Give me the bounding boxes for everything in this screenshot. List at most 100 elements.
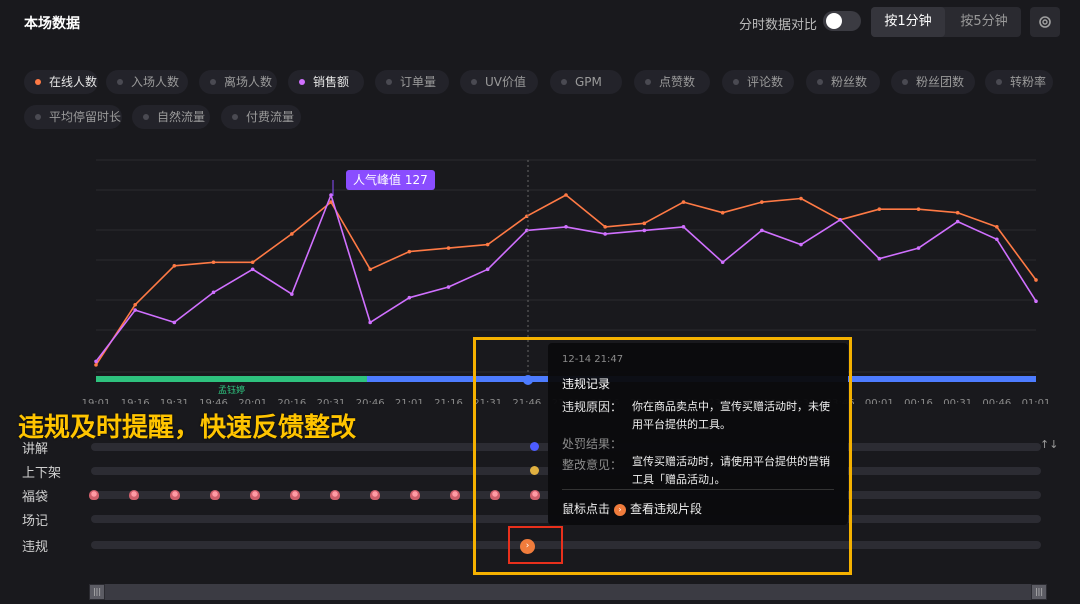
data-point [642, 221, 647, 226]
x-tick-label: 19:01 [82, 398, 111, 404]
data-point [211, 260, 216, 265]
data-point [172, 320, 177, 325]
x-tick-label: 20:16 [277, 398, 306, 404]
scroll-handle-left[interactable]: ||| [90, 585, 104, 599]
x-tick-label: 00:16 [904, 398, 933, 404]
data-point [446, 285, 451, 289]
data-point [760, 200, 764, 204]
data-point [995, 237, 999, 242]
data-point [250, 267, 255, 272]
x-tick-label: 19:31 [160, 398, 189, 404]
live-data-panel: 本场数据 分时数据对比 按1分钟 按5分钟 在线人数 入场人数 离场人数 销售额 订单量… [0, 0, 1080, 604]
data-point [838, 217, 842, 222]
data-point [485, 267, 490, 272]
tooltip-title: 违规记录 [562, 377, 611, 391]
timeline-row-label: 福袋 [22, 490, 49, 505]
data-point [485, 242, 490, 247]
data-point [720, 260, 725, 265]
annotation-text: 违规及时提醒，快速反馈整改 [18, 413, 357, 443]
scrollbar-thumb[interactable] [105, 584, 1031, 600]
tooltip-time: 12-14 21:47 [562, 354, 624, 365]
data-point [211, 290, 216, 295]
violation-marker-icon[interactable]: › [520, 539, 535, 554]
lucky-bag-icon[interactable] [290, 490, 300, 500]
footer-action[interactable]: 查看违规片段 [630, 502, 702, 516]
play-icon: › [614, 503, 627, 516]
footer-prefix: 鼠标点击 [562, 502, 611, 516]
data-point [368, 320, 372, 325]
data-point [172, 264, 177, 268]
data-point [681, 200, 686, 204]
violation-tooltip: 12-14 21:47 违规记录 违规原因： 你在商品卖点中，宣传买赠活动时，未… [548, 343, 848, 525]
data-point [642, 228, 647, 233]
data-point [720, 210, 725, 215]
host-bar-green [96, 376, 367, 382]
data-point [329, 193, 333, 197]
x-tick-label: 00:31 [943, 398, 972, 404]
tooltip-footer[interactable]: 鼠标点击 › 查看违规片段 [562, 500, 702, 517]
scroll-handle-right[interactable]: ||| [1032, 585, 1046, 599]
lucky-bag-icon[interactable] [89, 490, 99, 500]
data-point [290, 232, 294, 236]
penalty-label: 处罚结果： [562, 437, 623, 451]
tooltip-divider [562, 489, 834, 490]
data-point [799, 242, 803, 247]
violation-highlight [508, 526, 563, 564]
host-bar-label: 孟钰婷 [218, 384, 245, 396]
data-point [290, 292, 294, 296]
data-point [681, 225, 686, 229]
lucky-bag-icon[interactable] [129, 490, 139, 500]
data-point [995, 225, 999, 229]
lucky-bag-icon[interactable] [410, 490, 420, 500]
data-point [133, 308, 137, 312]
data-point [564, 193, 568, 197]
timeline-row-label: 场记 [22, 514, 49, 529]
fix-text: 宣传买赠活动时，请使用平台提供的营销工具「赠品活动」。 [632, 455, 830, 486]
x-tick-label: 20:31 [317, 398, 346, 404]
data-point [916, 207, 921, 211]
x-tick-label: 19:46 [199, 398, 228, 404]
x-tick-label: 01:01 [1022, 398, 1051, 404]
data-point [564, 225, 568, 229]
data-point [799, 196, 803, 201]
reason-label: 违规原因： [562, 400, 623, 414]
data-point [603, 225, 607, 229]
peak-label: 人气峰值 127 [346, 170, 435, 190]
data-point [1034, 299, 1038, 304]
data-point [133, 302, 137, 307]
x-tick-label: 21:16 [434, 398, 463, 404]
x-tick-label: 19:16 [121, 398, 150, 404]
lucky-bag-icon[interactable] [170, 490, 180, 500]
timeline-row-label: 上下架 [22, 466, 62, 481]
x-tick-label: 20:46 [356, 398, 385, 404]
lucky-bag-icon[interactable] [210, 490, 220, 500]
x-tick-label: 21:01 [395, 398, 424, 404]
lucky-bag-icon[interactable] [250, 490, 260, 500]
data-point [877, 207, 882, 211]
data-point [955, 219, 960, 224]
data-point [446, 246, 451, 250]
data-point [916, 246, 921, 250]
data-point [94, 363, 98, 367]
x-tick-label: 00:46 [982, 398, 1011, 404]
timeline-row-label: 违规 [22, 540, 49, 555]
x-tick-label: 00:01 [865, 398, 894, 404]
x-tick-label: 20:01 [238, 398, 267, 404]
data-point [250, 260, 255, 265]
data-point [407, 295, 412, 300]
fix-label: 整改意见： [562, 458, 623, 472]
lucky-bag-icon[interactable] [330, 490, 340, 500]
lucky-bag-icon[interactable] [370, 490, 380, 500]
data-point [94, 359, 98, 364]
data-point [877, 256, 882, 261]
lucky-bag-icon[interactable] [450, 490, 460, 500]
time-scrollbar[interactable]: ||| ||| [89, 584, 1047, 600]
data-point [760, 228, 764, 233]
data-point [603, 232, 607, 236]
data-point [955, 210, 960, 215]
expand-icon[interactable]: ↑↓ [1040, 438, 1058, 451]
reason-text: 你在商品卖点中，宣传买赠活动时，未使用平台提供的工具。 [632, 400, 830, 431]
data-point [368, 267, 372, 272]
data-point [407, 249, 412, 254]
data-point [1034, 278, 1038, 282]
